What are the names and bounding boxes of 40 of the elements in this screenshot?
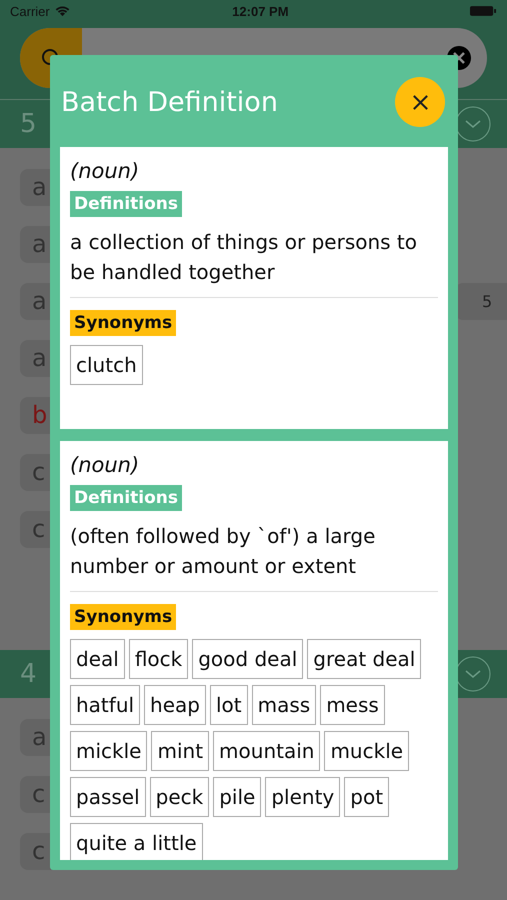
wifi-icon [54,5,71,17]
status-time: 12:07 PM [232,4,289,18]
synonym-chip[interactable]: deal [70,639,125,679]
close-button[interactable] [395,77,445,127]
close-icon [410,92,430,112]
part-of-speech: (noun) [70,453,140,477]
synonym-chip[interactable]: mountain [213,731,320,771]
synonym-chip[interactable]: great deal [307,639,422,679]
synonym-chip[interactable]: mint [151,731,210,771]
synonym-chip[interactable]: muckle [324,731,410,771]
synonyms-label: Synonyms [70,310,176,336]
synonym-chip[interactable]: hatful [70,685,140,725]
section-title: 5 [20,109,37,139]
synonyms-label: Synonyms [70,604,176,630]
synonym-chip[interactable]: mess [320,685,385,725]
synonym-chip[interactable]: mickle [70,731,148,771]
synonym-chip[interactable]: passel [70,777,146,817]
synonym-chip[interactable]: heap [144,685,206,725]
definition-text: a collection of things or persons to be handled together [70,229,418,286]
synonym-chip[interactable]: good deal [192,639,304,679]
definition-text: (often followed by `of') a large number or amount or extent [70,523,376,580]
battery-icon [470,5,497,17]
synonym-chip[interactable]: pile [213,777,262,817]
chevron-down-icon[interactable] [455,656,491,692]
synonym-chip[interactable]: quite a little [70,823,203,860]
synonym-chip[interactable]: clutch [70,345,143,385]
count-chip: 5 [455,283,507,320]
synonym-chip[interactable]: flock [128,639,188,679]
chevron-down-icon[interactable] [455,106,491,142]
synonym-chip[interactable]: plenty [265,777,340,817]
synonym-chip[interactable]: lot [210,685,248,725]
carrier-name: Carrier [10,4,50,18]
synonym-chip[interactable]: mass [252,685,316,725]
dialog-title: Batch Definition [61,86,278,118]
synonym-chip[interactable]: peck [150,777,210,817]
definitions-label: Definitions [70,191,182,217]
part-of-speech: (noun) [70,159,140,183]
definitions-label: Definitions [70,485,182,511]
section-title: 4 [20,659,37,689]
synonym-chip[interactable]: pot [344,777,390,817]
